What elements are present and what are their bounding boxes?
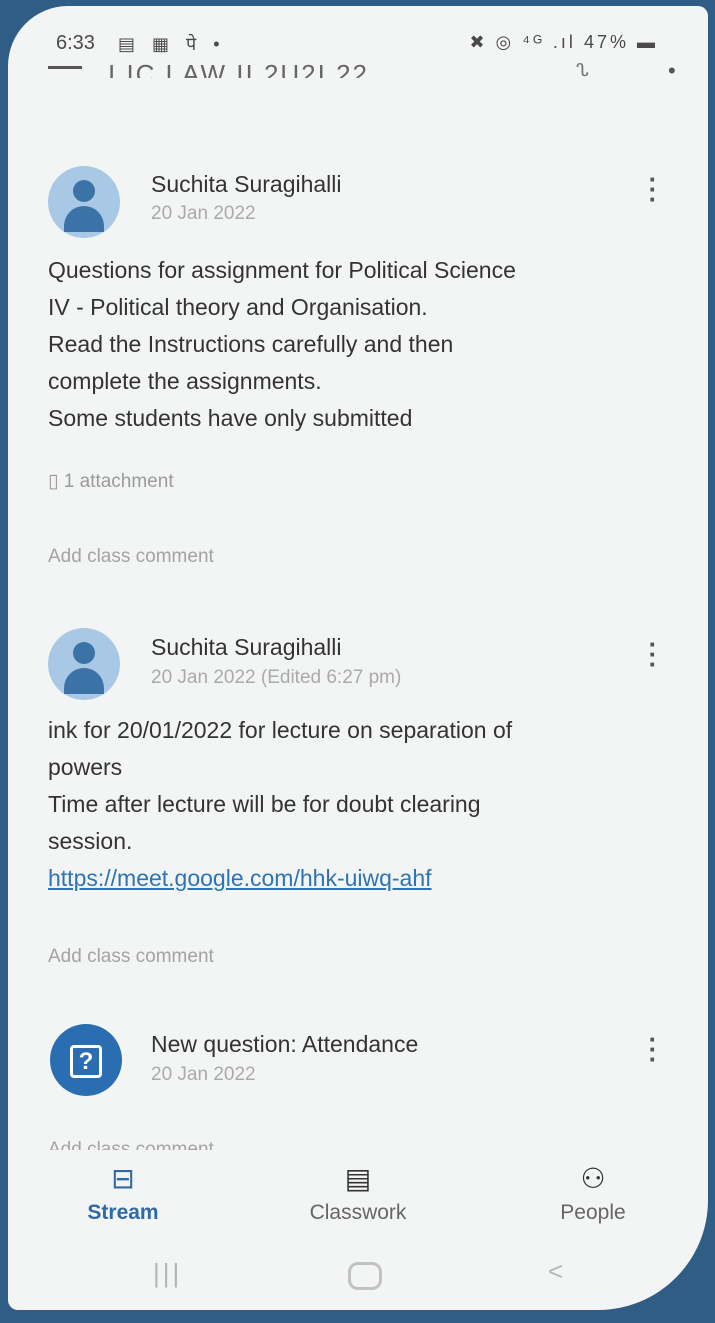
question-title[interactable]: New question: Attendance: [151, 1031, 418, 1058]
status-right: ✖ ◎ ⁴ᴳ .ıl 47% ▬: [469, 32, 658, 53]
tab-stream[interactable]: ⊟ Stream: [43, 1161, 203, 1225]
add-class-comment[interactable]: Add class comment: [48, 1138, 214, 1150]
post-date: 20 Jan 2022: [151, 1064, 256, 1085]
post-body-line: Read the Instructions carefully and then: [48, 331, 454, 357]
post-author: Suchita Suragihalli: [151, 171, 342, 197]
post-body-line: session.: [48, 828, 133, 854]
status-time: 6:33: [56, 32, 95, 54]
home-icon[interactable]: [348, 1262, 382, 1290]
stream-icon: ⊟: [111, 1163, 135, 1194]
attachment-link[interactable]: ▯ 1 attachment: [48, 470, 174, 493]
post-body-line: ink for 20/01/2022 for lecture on separa…: [48, 717, 513, 743]
battery-icon: ▬: [637, 32, 658, 52]
post-body-line: IV - Political theory and Organisation.: [48, 294, 428, 320]
back-arrow-icon[interactable]: [48, 66, 82, 69]
add-class-comment[interactable]: Add class comment: [48, 946, 214, 968]
tab-people-label: People: [560, 1201, 626, 1224]
avatar: [48, 628, 120, 700]
post-body-line: Time after lecture will be for doubt cle…: [48, 791, 481, 817]
phone-screen: 6:33 ▤ ▦ पे • ✖ ◎ ⁴ᴳ .ıl 47% ▬ I IC LAW …: [8, 6, 708, 1310]
battery-level: 47%: [583, 32, 629, 52]
post-body: ink for 20/01/2022 for lecture on separa…: [48, 712, 668, 897]
tab-classwork[interactable]: ▤ Classwork: [278, 1161, 438, 1225]
back-icon[interactable]: <: [548, 1256, 563, 1287]
post-body-line: Some students have only submitted: [48, 405, 413, 431]
more-options-icon[interactable]: · · ·: [646, 1026, 660, 1072]
recent-apps-icon[interactable]: |||: [153, 1258, 182, 1289]
post-author: Suchita Suragihalli: [151, 634, 342, 660]
notification-icons: ▤ ▦ पे •: [118, 34, 226, 54]
signal-icons: ✖ ◎ ⁴ᴳ .ıl: [469, 32, 576, 52]
attachment-label: 1 attachment: [63, 471, 174, 492]
system-navigation: ||| <: [8, 1256, 708, 1296]
add-class-comment[interactable]: Add class comment: [48, 546, 214, 568]
tab-classwork-label: Classwork: [309, 1201, 407, 1224]
avatar: [48, 166, 120, 238]
post-date: 20 Jan 2022 (Edited 6:27 pm): [151, 667, 402, 688]
people-icon: ⚇: [580, 1163, 606, 1194]
post-body: Questions for assignment for Political S…: [48, 252, 668, 437]
more-options-icon[interactable]: · · ·: [646, 631, 660, 677]
post-body-line: Questions for assignment for Political S…: [48, 257, 516, 283]
clipboard-icon: ▤: [344, 1163, 372, 1194]
post-body-line: powers: [48, 754, 123, 780]
meet-icon[interactable]: ᔐ: [576, 60, 589, 81]
header-menu-icon[interactable]: •: [668, 58, 676, 84]
tab-people[interactable]: ⚇ People: [513, 1161, 673, 1225]
more-options-icon[interactable]: · · ·: [646, 166, 660, 212]
bottom-navigation: ⊟ Stream ▤ Classwork ⚇ People: [8, 1161, 708, 1241]
class-title: I IC LAW II 2U2I 22...: [108, 59, 397, 78]
post-body-line: complete the assignments.: [48, 368, 322, 394]
question-icon: ?: [50, 1024, 122, 1096]
meet-link[interactable]: https://meet.google.com/hhk-uiwq-ahf: [48, 860, 668, 897]
tab-stream-label: Stream: [87, 1201, 159, 1224]
paperclip-icon: ▯: [48, 471, 59, 492]
post-date: 20 Jan 2022: [151, 203, 256, 224]
